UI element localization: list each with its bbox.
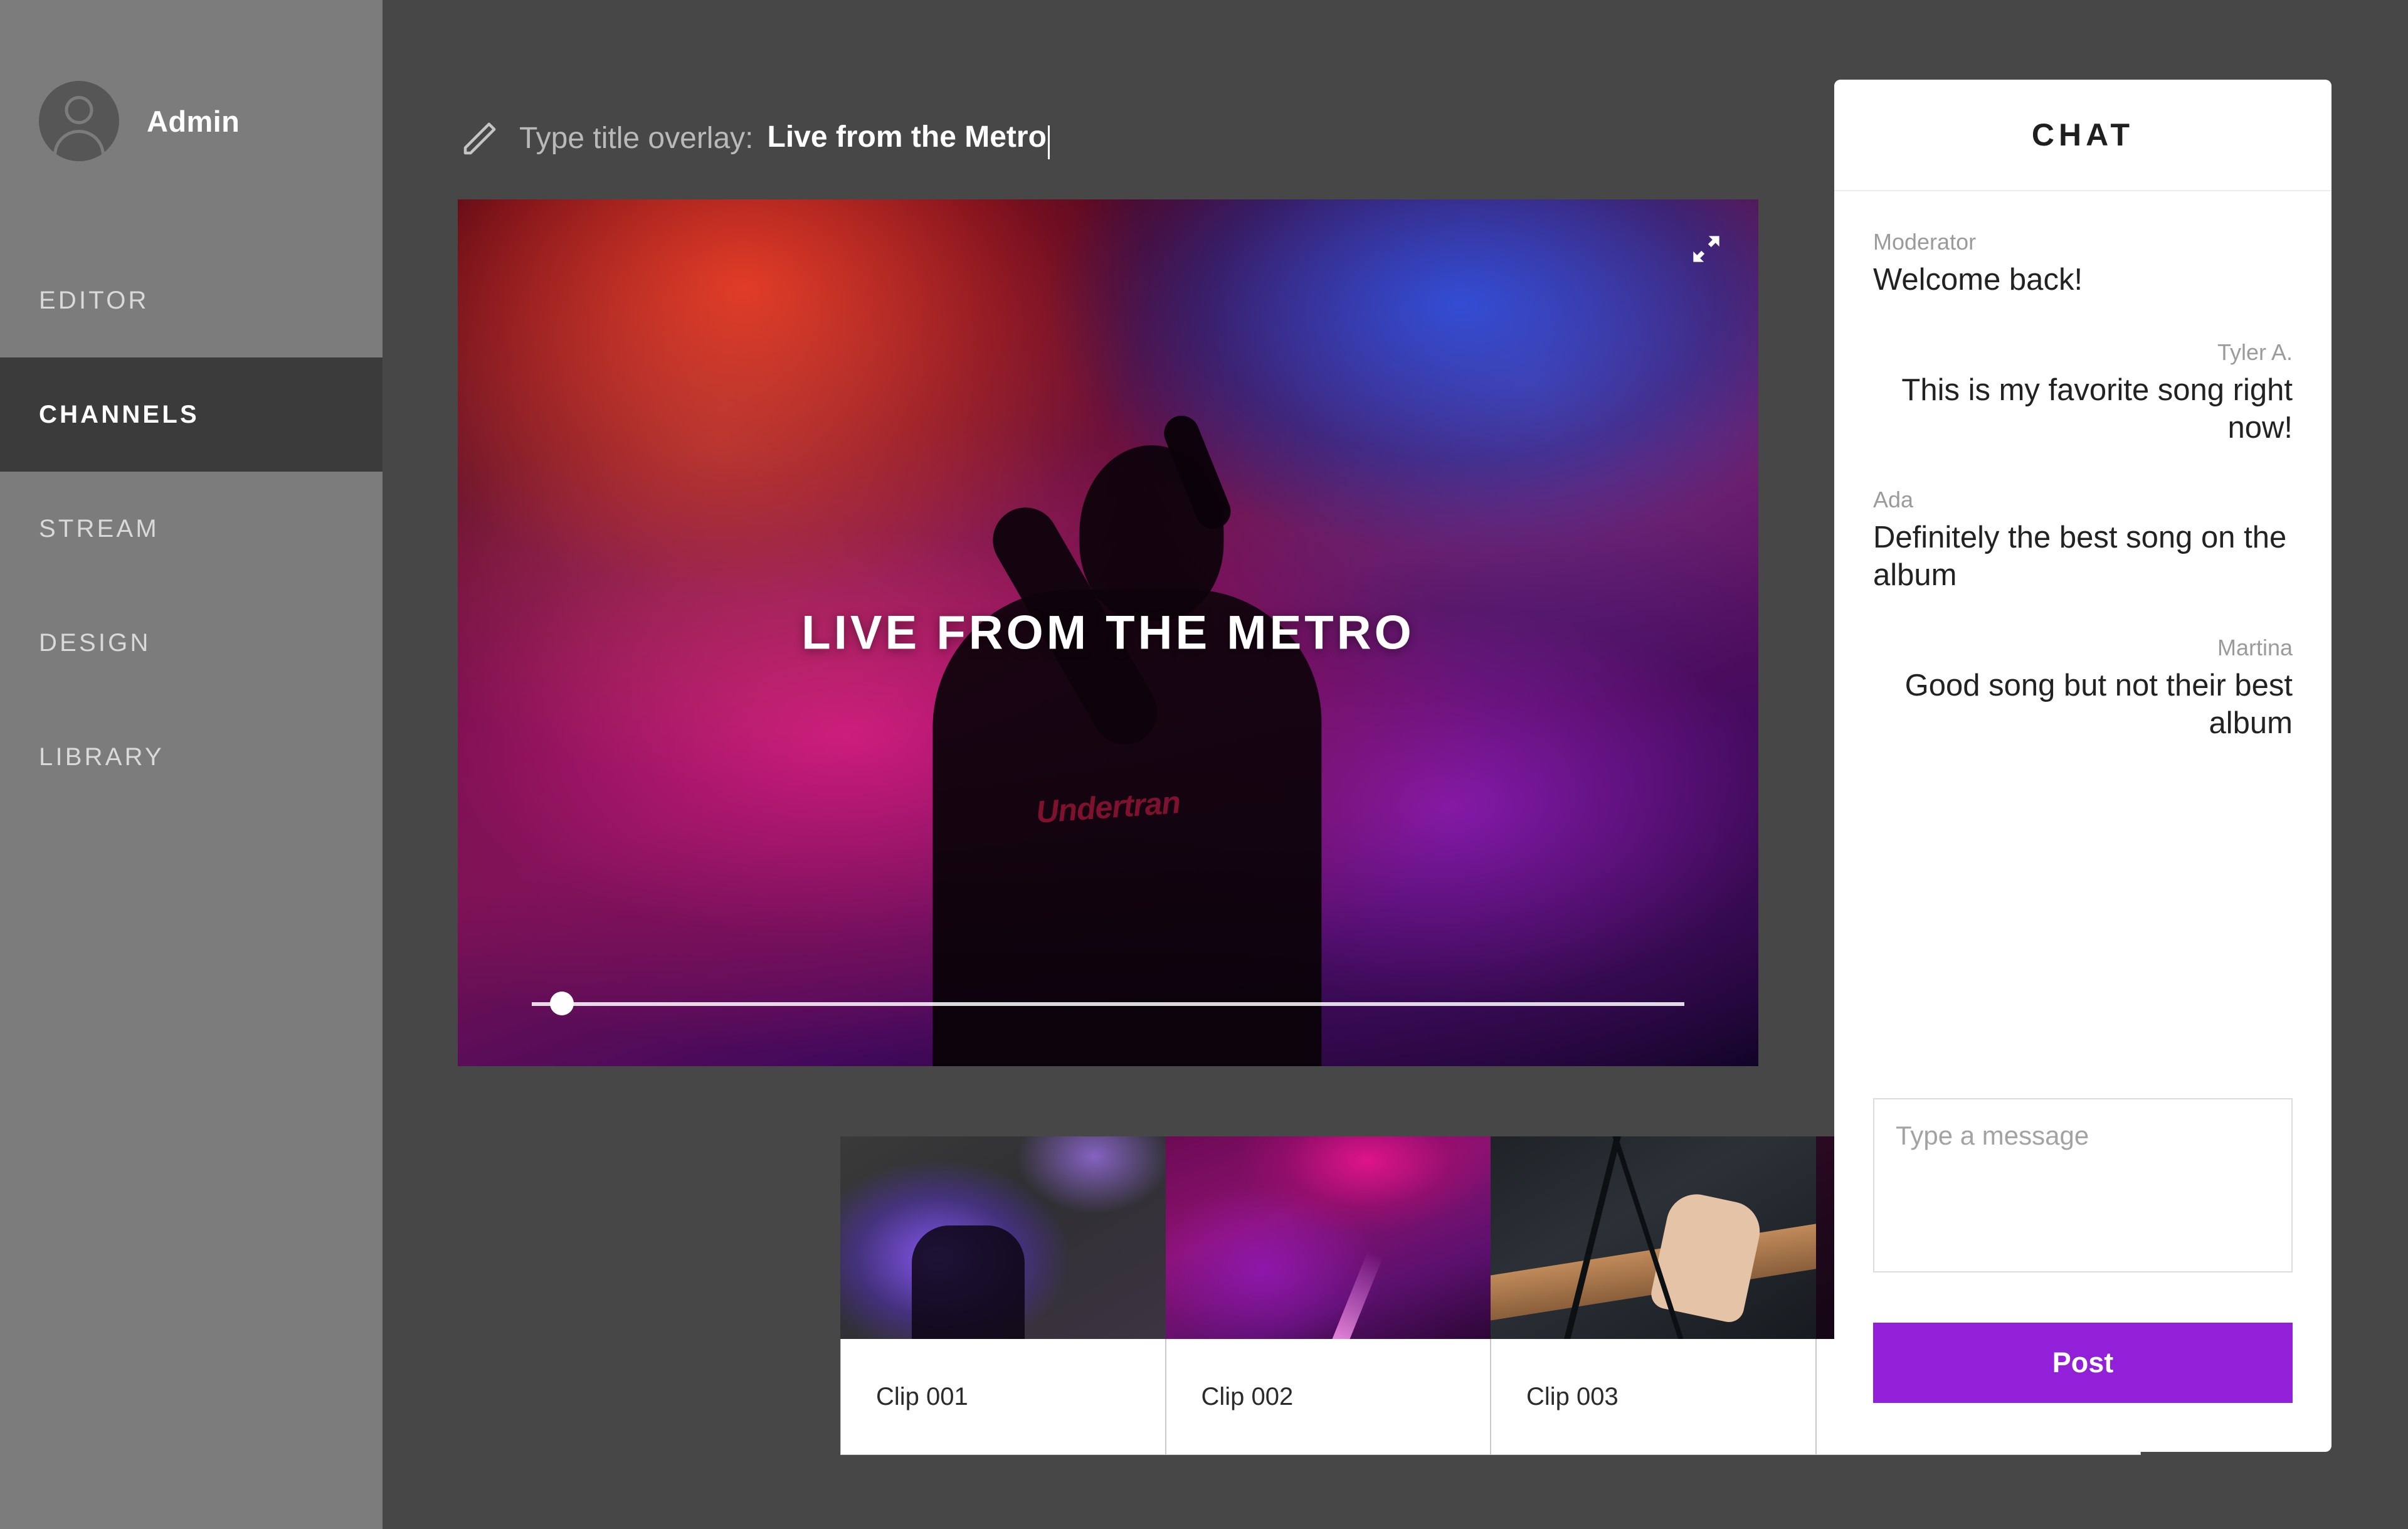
chat-message-list: Moderator Welcome back! Tyler A. This is…	[1834, 191, 2331, 1098]
clip-card[interactable]: Clip 002	[1165, 1136, 1491, 1455]
chat-panel-padding	[1834, 1403, 2331, 1452]
clip-keyboard-shape	[1491, 1222, 1816, 1322]
chat-message-text: Good song but not their best album	[1904, 668, 2293, 740]
sidebar-item-design[interactable]: DESIGN	[0, 586, 383, 700]
chat-message-author: Martina	[2217, 634, 2293, 660]
progress-track	[532, 1002, 1684, 1006]
user-name: Admin	[147, 104, 240, 138]
title-overlay-row[interactable]: Type title overlay: Live from the Metro	[458, 107, 1050, 169]
clip-hand-shape	[1648, 1188, 1765, 1325]
performer-silhouette	[889, 339, 1365, 1066]
sidebar-item-channels[interactable]: CHANNELS	[0, 357, 383, 472]
app-root: Admin EDITOR CHANNELS STREAM DESIGN LIBR…	[0, 0, 2408, 1529]
chat-message-text: This is my favorite song right now!	[1901, 373, 2293, 445]
clip-thumbnail	[1491, 1136, 1816, 1339]
video-progress-slider[interactable]	[532, 992, 1684, 1015]
sidebar: Admin EDITOR CHANNELS STREAM DESIGN LIBR…	[0, 0, 383, 1529]
clip-thumbnail-image	[840, 1136, 1166, 1339]
clip-card[interactable]: Clip 003	[1491, 1136, 1816, 1455]
clip-thumbnail	[840, 1136, 1166, 1339]
chat-message: Tyler A. This is my favorite song right …	[1873, 339, 2293, 447]
sidebar-nav: EDITOR CHANNELS STREAM DESIGN LIBRARY	[0, 243, 383, 814]
video-player[interactable]: Undertran LIVE FROM THE METRO	[458, 199, 1758, 1066]
sidebar-item-label: EDITOR	[39, 286, 149, 314]
title-overlay-input[interactable]: Live from the Metro	[767, 120, 1050, 159]
chat-composer	[1834, 1098, 2331, 1272]
video-overlay-title: LIVE FROM THE METRO	[801, 606, 1415, 660]
post-button[interactable]: Post	[1873, 1323, 2293, 1403]
title-overlay-value: Live from the Metro	[767, 120, 1047, 154]
chat-message-author: Ada	[1873, 487, 1914, 513]
chat-panel: CHAT Moderator Welcome back! Tyler A. Th…	[1834, 80, 2331, 1452]
pencil-icon	[463, 122, 496, 155]
chat-message: Martina Good song but not their best alb…	[1873, 635, 2293, 743]
clip-label: Clip 003	[1491, 1339, 1816, 1455]
sidebar-item-label: STREAM	[39, 514, 159, 542]
chat-message-text: Welcome back!	[1873, 263, 2083, 297]
sidebar-item-stream[interactable]: STREAM	[0, 472, 383, 586]
clip-thumbnail	[1165, 1136, 1491, 1339]
chat-message-author: Tyler A.	[2217, 339, 2293, 365]
sidebar-item-label: DESIGN	[39, 628, 151, 657]
clip-figure-shape	[912, 1225, 1025, 1339]
clip-card[interactable]: Clip 001	[840, 1136, 1166, 1455]
sidebar-item-library[interactable]: LIBRARY	[0, 700, 383, 814]
clip-label: Clip 001	[840, 1339, 1166, 1455]
avatar-head-shape	[65, 96, 93, 124]
chat-message: Ada Definitely the best song on the albu…	[1873, 487, 2293, 595]
clip-thumbnail-image	[1165, 1136, 1491, 1339]
clip-mic-stand	[1558, 1136, 1624, 1339]
chat-message-text: Definitely the best song on the album	[1873, 521, 2287, 593]
chat-message-author: Moderator	[1873, 229, 1977, 255]
user-avatar-icon	[39, 81, 119, 161]
clip-label: Clip 002	[1165, 1339, 1491, 1455]
clip-thumbnail-image	[1491, 1136, 1816, 1339]
clip-light-beam	[1328, 1251, 1383, 1339]
sidebar-item-label: LIBRARY	[39, 743, 164, 771]
chat-message-input[interactable]	[1873, 1098, 2293, 1272]
avatar-body-shape	[53, 130, 105, 161]
text-cursor	[1047, 125, 1050, 159]
fullscreen-expand-icon[interactable]	[1687, 230, 1726, 268]
sidebar-item-label: CHANNELS	[39, 400, 199, 428]
chat-title: CHAT	[1834, 80, 2331, 191]
user-block[interactable]: Admin	[0, 0, 383, 162]
progress-knob[interactable]	[549, 992, 574, 1015]
sidebar-item-editor[interactable]: EDITOR	[0, 243, 383, 357]
title-overlay-label: Type title overlay:	[519, 121, 754, 155]
chat-message: Moderator Welcome back!	[1873, 229, 2293, 299]
